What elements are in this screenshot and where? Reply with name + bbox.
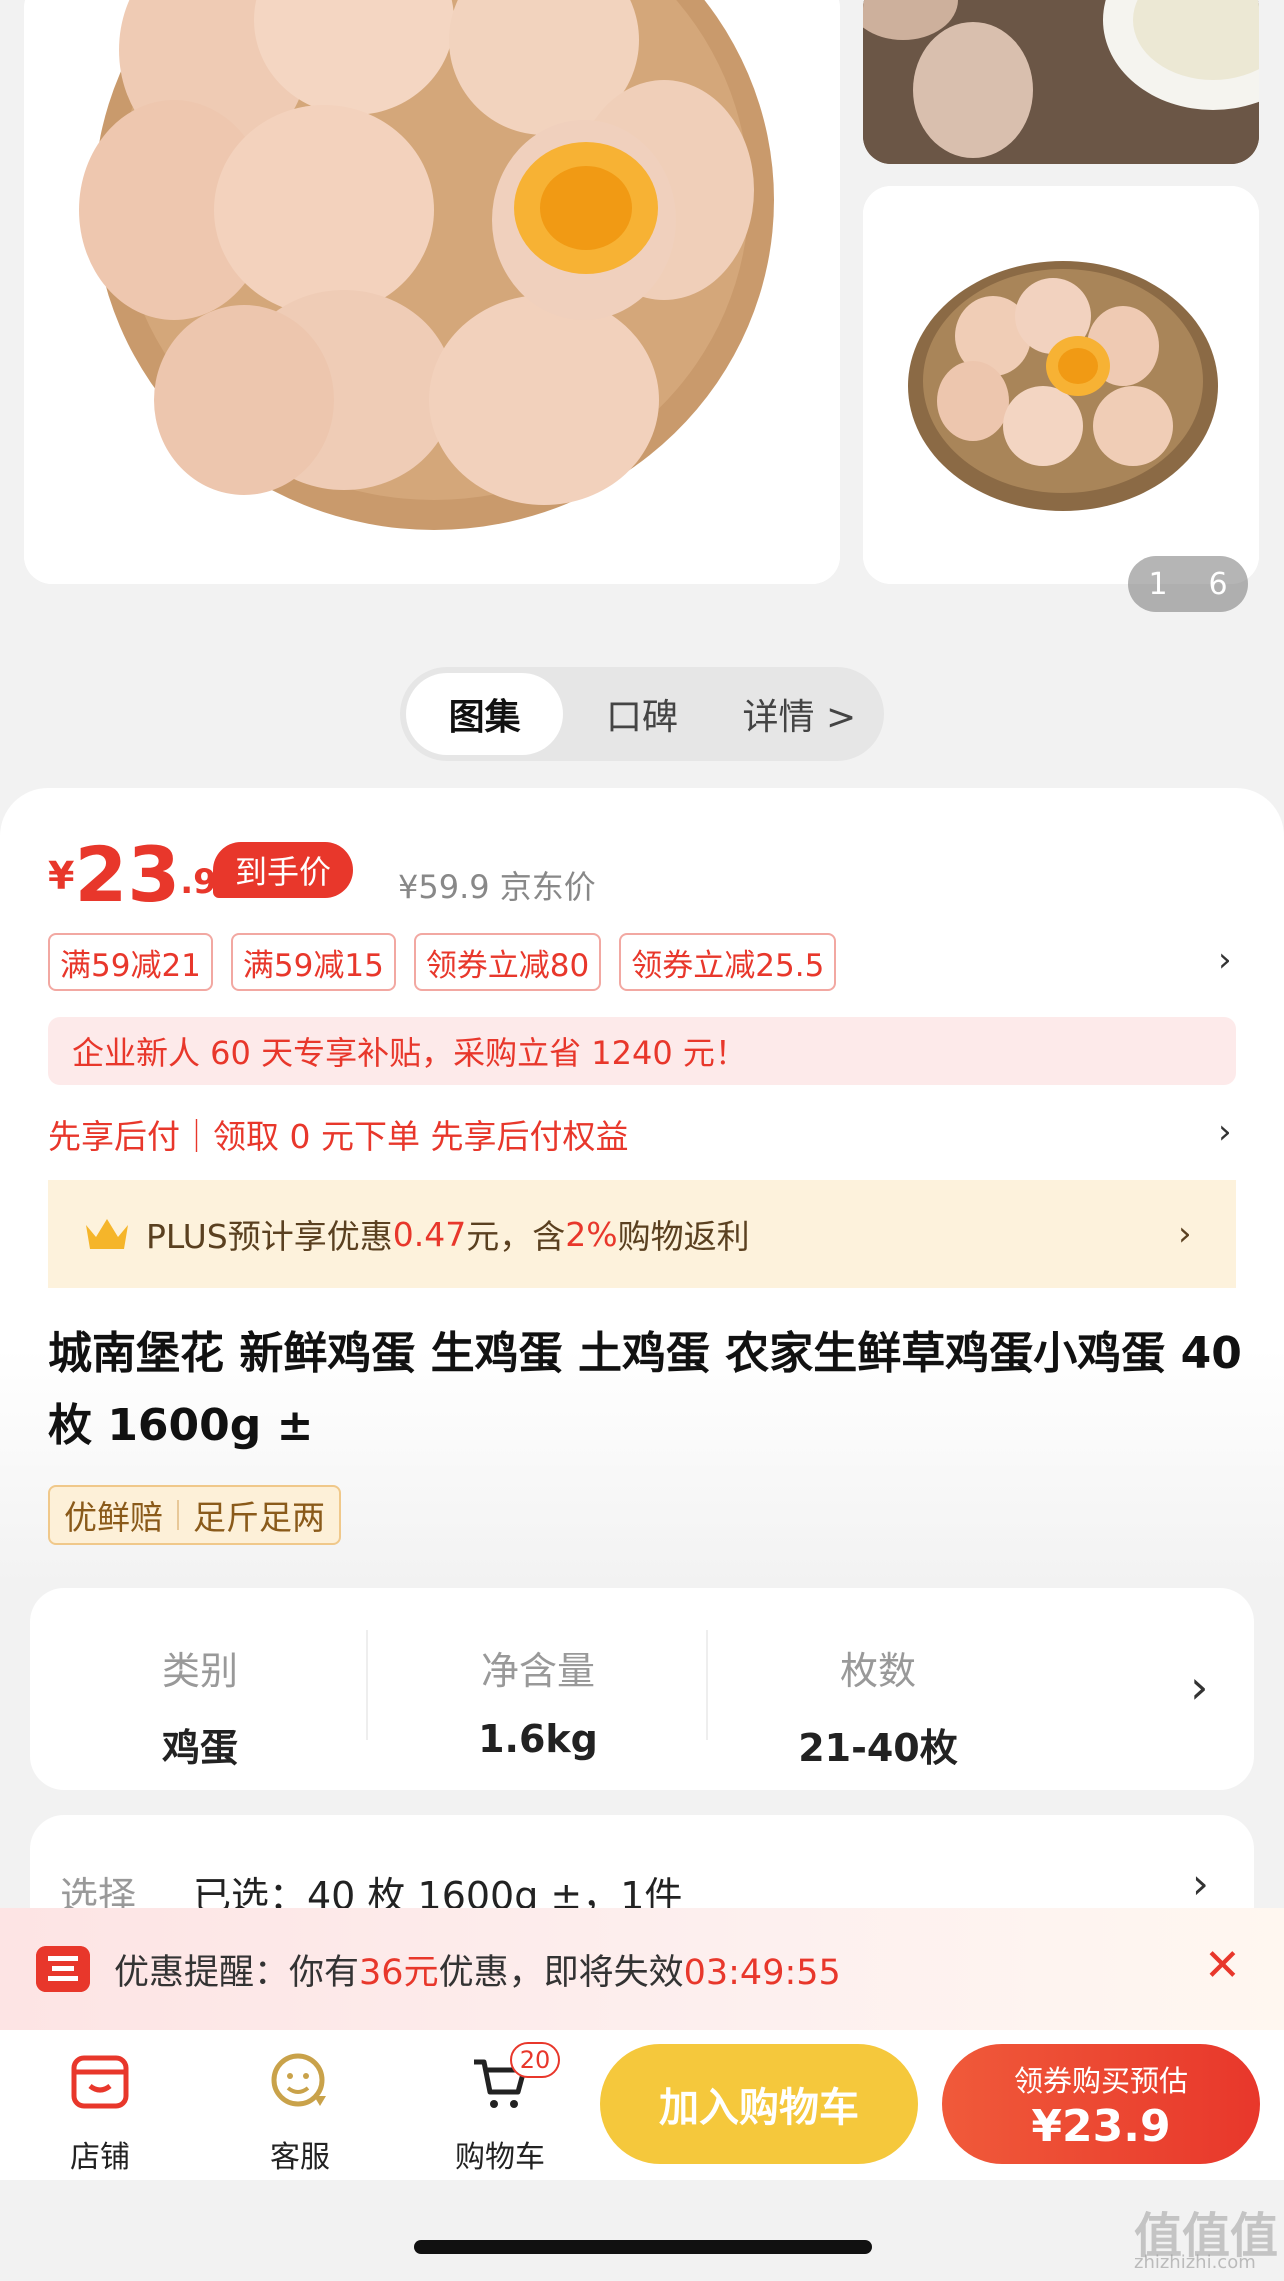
badge-full-weight: 足斤足两: [193, 1498, 325, 1537]
cart-button[interactable]: 20 购物车: [440, 2042, 560, 2176]
eggs-in-bowl-image: [24, 0, 840, 584]
coupons-chevron-right-icon[interactable]: ›: [1218, 940, 1232, 980]
coupon-list[interactable]: 满59减21 满59减15 领券立减80 领券立减25.5: [48, 933, 837, 991]
add-to-cart-button[interactable]: 加入购物车: [600, 2044, 918, 2164]
promo-unit: 元: [403, 1953, 439, 1993]
close-icon[interactable]: ✕: [1204, 1940, 1241, 1991]
pay-later-row[interactable]: 先享后付｜领取 0 元下单 先享后付权益: [48, 1110, 628, 1158]
promo-countdown: 03:49:55: [683, 1953, 841, 1993]
spec-value: 鸡蛋: [161, 1726, 238, 1770]
badge-fresh-guarantee: 优鲜赔: [64, 1498, 163, 1537]
gallery-page-indicator: 1 6: [1128, 556, 1248, 612]
bottom-action-bar: 店铺 客服 20 购物车 加入购物车 领券购买预估 ¥23.9: [0, 2030, 1284, 2180]
page-total: 6: [1208, 566, 1228, 602]
page-current: 1: [1148, 566, 1168, 602]
coupon-reminder-icon: [36, 1946, 90, 1992]
spec-chevron-right-icon[interactable]: ›: [1190, 1660, 1208, 1714]
plus-membership-banner[interactable]: PLUS预计享优惠 0.47 元，含 2% 购物返利: [48, 1180, 1236, 1288]
tab-reviews[interactable]: 口碑: [563, 673, 720, 755]
cart-count-badge: 20: [510, 2042, 560, 2078]
service-badges[interactable]: 优鲜赔 足斤足两: [48, 1485, 341, 1545]
promo-text-part3: 优惠，即将失效: [438, 1953, 684, 1993]
price-integer: 23: [74, 830, 181, 919]
shop-button[interactable]: 店铺: [40, 2050, 160, 2176]
shop-label: 店铺: [70, 2140, 130, 2175]
spec-value: 21-40枚: [798, 1726, 958, 1770]
final-price-tag: 到手价: [213, 842, 354, 898]
spec-count: 枚数 21-40枚: [708, 1588, 1048, 1790]
customer-service-button[interactable]: 客服: [240, 2050, 360, 2176]
plus-amount: 0.47: [392, 1214, 467, 1254]
coupon-tag[interactable]: 满59减15: [230, 933, 396, 991]
promo-text-part1: 优惠提醒：你有: [114, 1953, 360, 1993]
final-price: ¥ 23 .9: [48, 830, 217, 919]
cart-label: 购物车: [455, 2140, 545, 2175]
customer-service-icon: [271, 2053, 326, 2107]
paylater-chevron-right-icon[interactable]: ›: [1218, 1112, 1232, 1152]
plus-percent: 2%: [565, 1214, 618, 1254]
spec-net-weight: 净含量 1.6kg: [368, 1588, 708, 1790]
service-label: 客服: [270, 2140, 330, 2175]
eggs-on-table-image: [863, 0, 1259, 164]
coupon-tag[interactable]: 领券立减80: [413, 933, 602, 991]
image-gallery[interactable]: 1 6: [0, 0, 1284, 640]
spec-category: 类别 鸡蛋: [30, 1588, 370, 1790]
promo-reminder-bar[interactable]: 优惠提醒：你有36元优惠，即将失效03:49:55 ✕: [0, 1908, 1284, 2030]
buy-button-subtitle: 领券购买预估: [1013, 2064, 1188, 2098]
home-indicator[interactable]: [414, 2240, 872, 2254]
coupon-tag[interactable]: 领券立减25.5: [619, 933, 837, 991]
plus-suffix: 购物返利: [617, 1217, 750, 1256]
product-image-thumb-1[interactable]: [863, 0, 1259, 164]
plus-chevron-right-icon[interactable]: ›: [1178, 1214, 1192, 1254]
tab-details[interactable]: 详情 >: [721, 673, 878, 755]
enterprise-subsidy-notice[interactable]: 企业新人 60 天专享补贴，采购立省 1240 元！: [48, 1017, 1236, 1085]
product-image-thumb-2[interactable]: [863, 186, 1259, 584]
buy-button-price: ¥23.9: [1031, 2101, 1171, 2152]
spec-key: 净含量: [480, 1649, 595, 1693]
coupon-tag[interactable]: 满59减21: [48, 933, 213, 991]
eggs-in-basket-image: [863, 186, 1259, 584]
spec-key: 枚数: [839, 1649, 916, 1693]
spec-card[interactable]: 类别 鸡蛋 净含量 1.6kg 枚数 21-40枚 ›: [30, 1588, 1254, 1790]
price-decimal: .9: [180, 862, 217, 902]
gallery-tab-switcher: 图集 口碑 详情 >: [400, 667, 884, 761]
plus-mid: 元，含: [466, 1217, 566, 1256]
watermark-url: zhizhizhi.com: [1134, 2252, 1256, 2273]
product-image-main[interactable]: [24, 0, 840, 584]
promo-reminder-text: 优惠提醒：你有36元优惠，即将失效03:49:55: [114, 1944, 841, 1995]
spec-value: 1.6kg: [478, 1717, 598, 1761]
buy-now-button[interactable]: 领券购买预估 ¥23.9: [942, 2044, 1260, 2164]
product-title: 城南堡花 新鲜鸡蛋 生鸡蛋 土鸡蛋 农家生鲜草鸡蛋小鸡蛋 40 枚 1600g …: [48, 1328, 1242, 1451]
price-currency: ¥: [48, 854, 75, 898]
promo-amount: 36: [359, 1953, 404, 1993]
tab-gallery[interactable]: 图集: [406, 673, 564, 755]
spec-key: 类别: [161, 1649, 238, 1693]
crown-icon: [86, 1219, 128, 1249]
store-icon: [71, 2055, 129, 2109]
jd-original-price: ¥59.9 京东价: [398, 868, 596, 906]
plus-prefix: PLUS预计享优惠: [146, 1217, 393, 1256]
selection-chevron-right-icon[interactable]: ›: [1192, 1859, 1209, 1908]
